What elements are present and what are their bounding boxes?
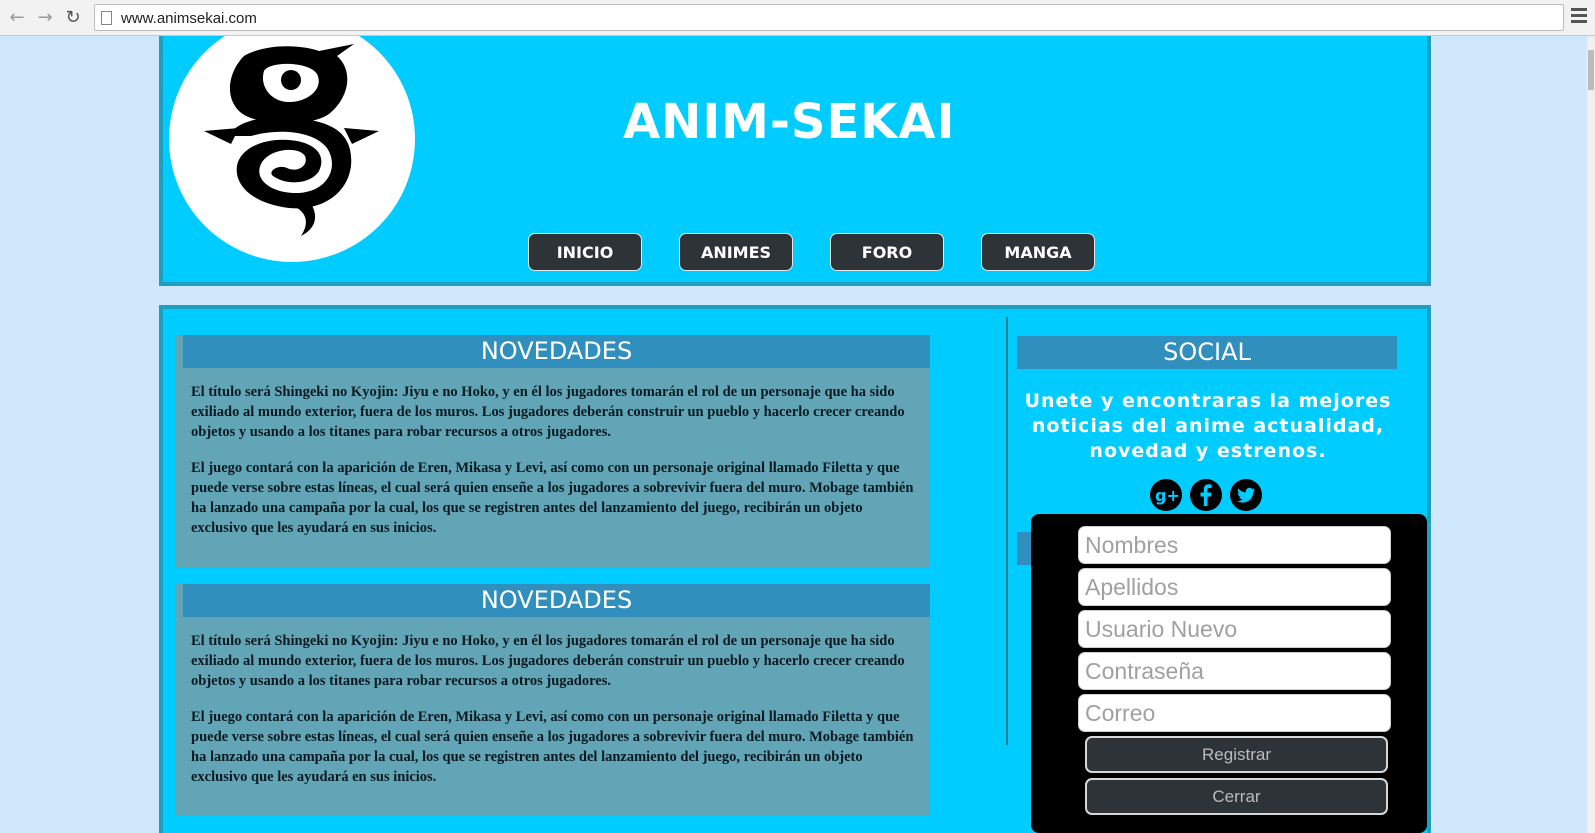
news-body: El título será Shingeki no Kyojin: Jiyu … <box>175 368 930 538</box>
news-card: NOVEDADES El título será Shingeki no Kyo… <box>175 584 930 816</box>
news-title: NOVEDADES <box>183 584 930 617</box>
nav-manga[interactable]: MANGA <box>981 233 1095 271</box>
social-icons: g+ <box>1150 479 1262 511</box>
main-nav: INICIO ANIMES FORO MANGA <box>528 233 1095 271</box>
address-bar[interactable]: www.animsekai.com <box>94 4 1564 31</box>
scrollbar[interactable] <box>1587 36 1595 833</box>
news-body: El título será Shingeki no Kyojin: Jiyu … <box>175 617 930 787</box>
reload-icon[interactable]: ↻ <box>62 6 84 28</box>
nav-inicio[interactable]: INICIO <box>528 233 642 271</box>
scrollbar-thumb[interactable] <box>1588 50 1594 90</box>
apellidos-field[interactable] <box>1078 568 1391 606</box>
nav-foro[interactable]: FORO <box>830 233 944 271</box>
username-field[interactable] <box>1078 610 1391 648</box>
site-title: ANIM-SEKAI <box>623 94 956 150</box>
nombres-field[interactable] <box>1078 526 1391 564</box>
news-paragraph: El título será Shingeki no Kyojin: Jiyu … <box>191 633 905 689</box>
hamburger-menu-icon[interactable] <box>1571 8 1587 24</box>
news-paragraph: El juego contará con la aparición de Ere… <box>191 709 914 785</box>
nav-animes[interactable]: ANIMES <box>679 233 793 271</box>
url-text: www.animsekai.com <box>121 10 257 27</box>
news-paragraph: El juego contará con la aparición de Ere… <box>191 460 914 536</box>
page-icon <box>101 11 112 25</box>
browser-toolbar: ← → ↻ www.animsekai.com <box>0 0 1595 36</box>
facebook-icon[interactable] <box>1190 479 1222 511</box>
register-button[interactable]: Registrar <box>1085 736 1388 773</box>
back-arrow-icon[interactable]: ← <box>6 6 28 28</box>
column-divider <box>1006 317 1008 745</box>
news-card: NOVEDADES El título será Shingeki no Kyo… <box>175 335 930 567</box>
social-text: Unete y encontraras la mejores noticias … <box>1024 390 1392 462</box>
news-paragraph: El título será Shingeki no Kyojin: Jiyu … <box>191 384 905 440</box>
register-modal: Registrar Cerrar <box>1031 514 1427 833</box>
close-button[interactable]: Cerrar <box>1085 778 1388 815</box>
twitter-icon[interactable] <box>1230 479 1262 511</box>
site-header: ANIM-SEKAI INICIO ANIMES FORO MANGA <box>159 36 1431 286</box>
google-plus-icon[interactable]: g+ <box>1150 479 1182 511</box>
site-logo <box>169 36 415 262</box>
password-field[interactable] <box>1078 652 1391 690</box>
email-field[interactable] <box>1078 694 1391 732</box>
forward-arrow-icon[interactable]: → <box>34 6 56 28</box>
social-title: SOCIAL <box>1017 336 1397 369</box>
news-title: NOVEDADES <box>183 335 930 368</box>
svg-text:g+: g+ <box>1155 486 1180 505</box>
